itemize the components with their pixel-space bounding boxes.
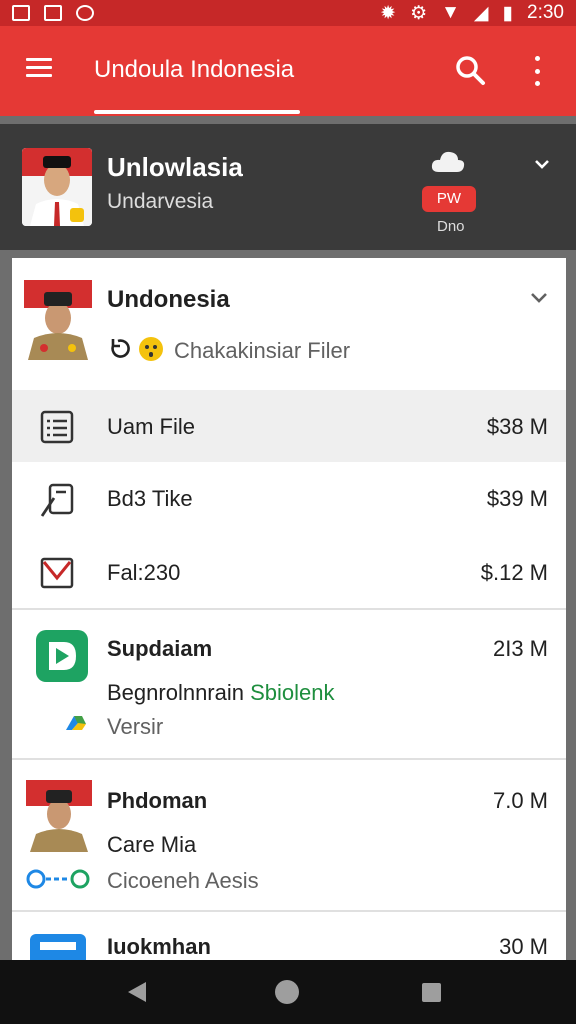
tab-indicator [94,110,300,114]
edit-document-icon [40,483,74,517]
alert-notification-icon [76,5,94,21]
wifi-icon: ▼ [441,2,460,23]
list-item[interactable]: Undonesia Chakakinsiar Filer [12,258,566,390]
image-notification-icon [12,5,30,21]
item-label: Bd3 Tike [107,486,193,511]
list-item[interactable]: Uam File $38 M [12,390,566,462]
status-time: 2:30 [527,2,564,23]
list-item[interactable]: Fal:230 $.12 M [12,536,566,608]
item-label: Uam File [107,414,196,439]
list-item[interactable]: Supdaiam 2I3 M Begnrolnnrain Sbiolenk Ve… [12,610,566,758]
pill-caption: Dno [437,218,465,235]
profile-avatar [22,148,92,226]
profile-header[interactable]: Unlowlasia Undarvesia PW Dno [0,124,576,250]
item-subtitle: Chakakinsiar Filer [174,338,351,363]
item-title: Iuokmhan [107,934,211,959]
bug-icon: ✹ [380,2,397,24]
item-size: $38 M [486,414,548,439]
item-detail: Care Mia [107,832,197,857]
item-version: Versir [107,714,164,739]
refresh-icon [111,339,130,358]
battery-icon: ▮ [502,2,514,24]
display-app-icon [30,934,86,960]
app-title: Undoula Indonesia [94,56,295,83]
search-icon[interactable] [454,54,486,86]
status-bar: ✹ ⚙ ▼ ◢ ▮ 2:30 [0,0,576,26]
menu-icon[interactable] [26,58,52,78]
mail-icon [40,557,74,589]
item-size: 7.0 M [492,788,548,813]
app-bar: Undoula Indonesia [0,26,576,116]
item-detail: Begnrolnnrain Sbiolenk [107,680,335,706]
person-avatar [26,780,92,852]
profile-name: Unlowlasia [107,152,243,182]
document-icon [40,410,74,444]
item-label: Fal:230 [107,560,181,585]
home-icon[interactable] [275,980,299,1004]
item-location: Cicoeneh Aesis [107,868,259,893]
profile-subtitle: Undarvesia [107,190,214,213]
gallery-notification-icon [44,5,62,21]
recent-apps-icon[interactable] [422,983,441,1002]
signal-icon: ◢ [473,2,489,24]
item-title: Phdoman [107,788,208,813]
cloud-icon[interactable] [430,148,466,174]
item-title: Supdaiam [107,636,213,661]
more-options-icon[interactable] [530,56,544,86]
item-size: $.12 M [480,560,548,585]
item-detail-text: Begnrolnnrain [107,680,244,705]
item-title: Undonesia [107,286,230,313]
drive-icon [66,716,86,730]
vibrate-icon: ⚙ [410,2,428,24]
status-pill[interactable]: PW [422,186,476,212]
system-nav-bar [0,960,576,1024]
chevron-down-icon[interactable] [529,290,549,306]
connection-icon [26,869,90,889]
list-item[interactable]: Iuokmhan 30 M [12,912,566,960]
emoji-icon [139,337,163,361]
item-detail-link[interactable]: Sbiolenk [250,680,334,705]
chevron-down-icon[interactable] [534,156,550,172]
item-size: $39 M [486,486,548,511]
list-item[interactable]: Phdoman 7.0 M Care Mia Cicoeneh Aesis [12,760,566,910]
video-app-icon [36,630,88,682]
back-icon[interactable] [128,982,146,1002]
person-avatar [24,280,92,360]
item-size: 2I3 M [492,636,548,661]
list-item[interactable]: Bd3 Tike $39 M [12,462,566,536]
file-list: Undonesia Chakakinsiar Filer Uam File $3 [12,258,566,960]
item-size: 30 M [499,934,548,959]
